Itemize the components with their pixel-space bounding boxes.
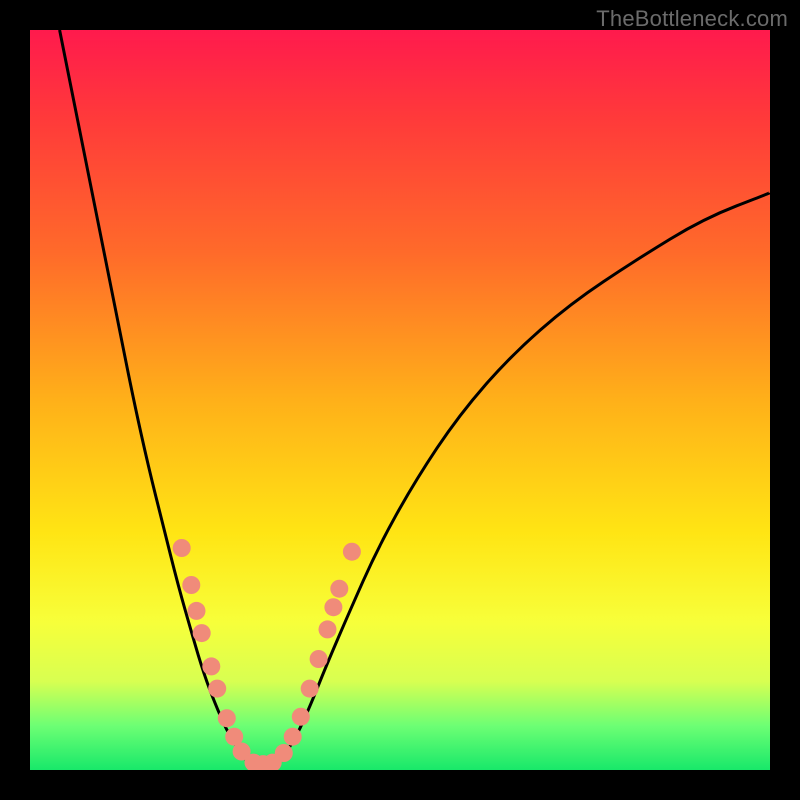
- data-marker: [324, 598, 342, 616]
- bottleneck-curve: [60, 30, 770, 766]
- data-marker: [275, 744, 293, 762]
- data-marker: [193, 624, 211, 642]
- watermark-text: TheBottleneck.com: [596, 6, 788, 32]
- data-marker: [182, 576, 200, 594]
- data-marker: [284, 728, 302, 746]
- plot-area: [30, 30, 770, 770]
- data-marker: [173, 539, 191, 557]
- data-marker: [301, 680, 319, 698]
- data-marker: [202, 657, 220, 675]
- data-marker: [319, 620, 337, 638]
- data-marker: [292, 708, 310, 726]
- data-marker: [218, 709, 236, 727]
- chart-svg: [30, 30, 770, 770]
- data-marker: [343, 543, 361, 561]
- chart-container: TheBottleneck.com: [0, 0, 800, 800]
- data-marker: [330, 580, 348, 598]
- data-marker: [310, 650, 328, 668]
- data-marker: [208, 680, 226, 698]
- data-marker: [188, 602, 206, 620]
